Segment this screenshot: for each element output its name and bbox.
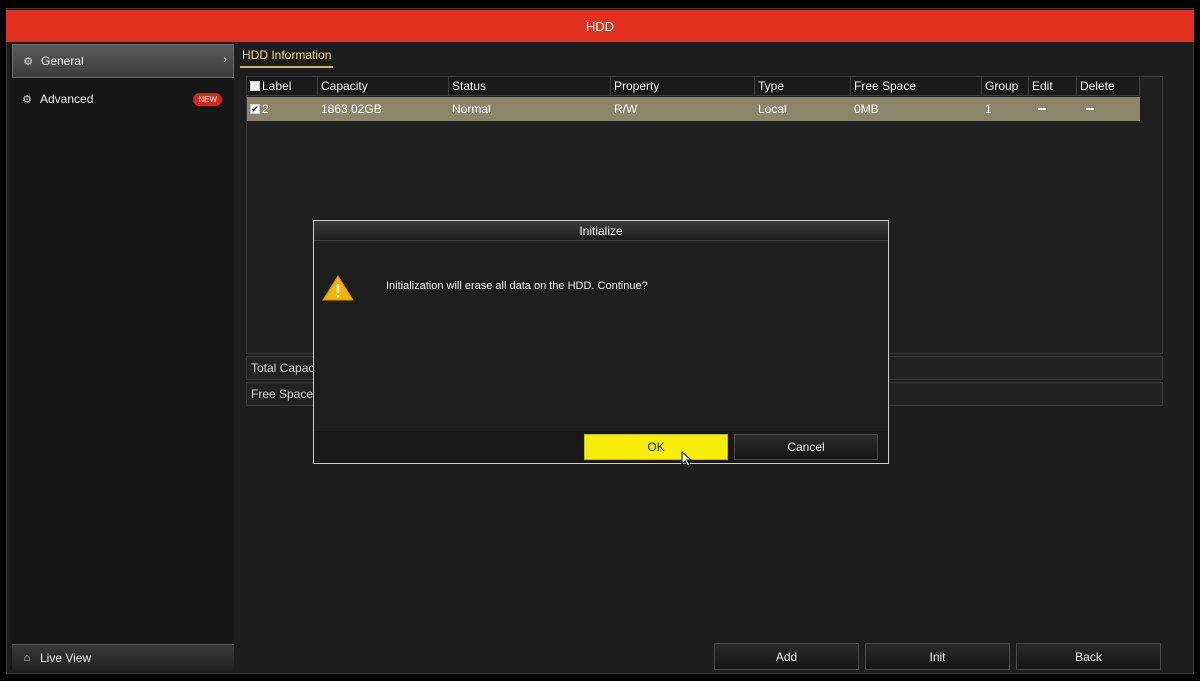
gears-icon: ⚙	[22, 93, 32, 106]
column-label[interactable]: Label	[247, 77, 318, 96]
cell-group: 1	[985, 102, 992, 116]
sidebar-item-label: Advanced	[40, 92, 94, 106]
gear-icon: ⚙	[23, 55, 33, 68]
live-view-label: Live View	[40, 650, 92, 665]
live-view-button[interactable]: ⌂ Live View	[12, 644, 234, 670]
column-delete: Delete	[1077, 77, 1140, 96]
window-title: HDD	[6, 10, 1194, 42]
delete-dash-icon	[1086, 108, 1094, 110]
edit-button[interactable]	[1029, 97, 1077, 121]
cell-status: Normal	[452, 102, 491, 116]
column-group: Group	[982, 77, 1029, 96]
sidebar-item-general[interactable]: ⚙ General ›	[12, 44, 234, 78]
column-edit: Edit	[1029, 77, 1077, 96]
init-button[interactable]: Init	[865, 643, 1010, 670]
back-button[interactable]: Back	[1016, 643, 1161, 670]
column-capacity: Capacity	[318, 77, 449, 96]
cell-free-space: 0MB	[854, 102, 879, 116]
chevron-right-icon: ›	[223, 54, 227, 66]
home-icon: ⌂	[23, 651, 31, 664]
new-badge: NEW	[193, 93, 222, 106]
warning-icon	[322, 275, 354, 301]
table-header: Label Capacity Status Property Type Free…	[247, 77, 1140, 96]
cell-label: ✔ 2	[250, 102, 269, 116]
select-all-checkbox[interactable]	[250, 81, 260, 91]
mouse-cursor-icon	[681, 451, 693, 467]
edit-dash-icon	[1038, 108, 1046, 110]
tab-hdd-information[interactable]: HDD Information	[240, 48, 334, 68]
sidebar: ⚙ General › ⚙ Advanced NEW ⌂ Live View	[10, 44, 234, 670]
sidebar-item-label: General	[41, 54, 84, 68]
table-row[interactable]: ✔ 2 1863.02GB Normal R/W Local 0MB 1	[247, 97, 1140, 121]
dialog-title: Initialize	[314, 221, 888, 241]
column-status: Status	[449, 77, 611, 96]
cell-type: Local	[758, 102, 787, 116]
dialog-message: Initialization will erase all data on th…	[386, 280, 648, 292]
add-button[interactable]: Add	[714, 643, 859, 670]
row-checkbox[interactable]: ✔	[250, 104, 260, 114]
cell-capacity: 1863.02GB	[321, 102, 382, 116]
column-free-space: Free Space	[851, 77, 982, 96]
sidebar-item-advanced[interactable]: ⚙ Advanced NEW	[12, 82, 234, 116]
column-property: Property	[611, 77, 755, 96]
cell-property: R/W	[614, 102, 638, 116]
cancel-button[interactable]: Cancel	[734, 434, 878, 460]
column-type: Type	[755, 77, 851, 96]
initialize-dialog: Initialize Initialization will erase all…	[313, 220, 889, 467]
ok-button[interactable]: OK	[584, 434, 728, 460]
total-capacity-label: Total Capac	[251, 361, 315, 375]
delete-button[interactable]	[1077, 97, 1140, 121]
free-space-label: Free Space	[251, 387, 314, 401]
